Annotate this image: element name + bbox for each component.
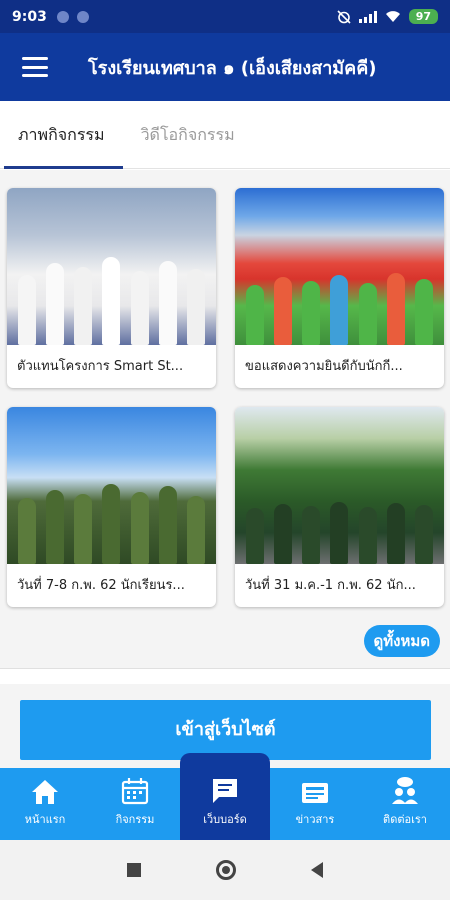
tab-photo-activities[interactable]: ภาพกิจกรรม	[0, 101, 123, 169]
back-icon[interactable]	[311, 862, 323, 878]
gallery-caption: ขอแสดงความยินดีกับนักกี...	[245, 359, 403, 374]
main-content: ตัวแทนโครงการ Smart St... ขอแสดงความยินด…	[0, 170, 450, 768]
status-bar: 9:03 97	[0, 0, 450, 33]
photo-grid: ตัวแทนโครงการ Smart St... ขอแสดงความยินด…	[7, 188, 444, 607]
tab-bar: ภาพกิจกรรม วิดีโอกิจกรรม	[0, 101, 450, 169]
home-button-icon[interactable]	[216, 860, 236, 880]
gallery-photo	[7, 188, 216, 345]
nav-label: เว็บบอร์ด	[203, 813, 247, 826]
nav-item-webboard[interactable]: เว็บบอร์ด	[180, 753, 270, 840]
calendar-icon	[121, 778, 149, 805]
gallery-photo	[235, 407, 444, 564]
gallery-photo	[235, 188, 444, 345]
nav-item-home[interactable]: หน้าแรก	[0, 768, 90, 840]
gallery-photo	[7, 407, 216, 564]
gallery-caption: วันที่ 7-8 ก.พ. 62 นักเรียนร...	[17, 578, 185, 593]
section-divider	[0, 668, 450, 684]
alarm-off-icon	[337, 9, 351, 24]
status-time: 9:03	[12, 8, 47, 25]
message-icon	[213, 779, 237, 803]
gallery-caption: ตัวแทนโครงการ Smart St...	[17, 359, 184, 374]
nav-item-news[interactable]: ข่าวสาร	[270, 768, 360, 840]
gallery-card[interactable]: วันที่ 31 ม.ค.-1 ก.พ. 62 นัก...	[235, 407, 444, 607]
gallery-card[interactable]: วันที่ 7-8 ก.พ. 62 นักเรียนร...	[7, 407, 216, 607]
notification-dot-icon	[56, 10, 69, 23]
nav-label: กิจกรรม	[115, 813, 155, 826]
enter-website-button[interactable]: เข้าสู่เว็บไซต์	[20, 700, 431, 760]
nav-label: ติดต่อเรา	[383, 813, 427, 826]
nav-item-activities[interactable]: กิจกรรม	[90, 768, 180, 840]
nav-label: หน้าแรก	[24, 813, 66, 826]
nav-item-contact[interactable]: ติดต่อเรา	[360, 768, 450, 840]
view-all-button[interactable]: ดูทั้งหมด	[363, 625, 440, 657]
recent-apps-icon[interactable]	[127, 863, 141, 877]
gallery-card[interactable]: ขอแสดงความยินดีกับนักกี...	[235, 188, 444, 388]
newspaper-icon	[302, 783, 328, 803]
gallery-caption: วันที่ 31 ม.ค.-1 ก.พ. 62 นัก...	[245, 578, 416, 593]
home-icon	[32, 780, 58, 804]
contact-icon	[392, 777, 418, 804]
wifi-icon	[385, 10, 400, 22]
bottom-navigation: หน้าแรก กิจกรรม เว็บบอร์ด ข่าวสาร ติดต่อ…	[0, 753, 450, 840]
nav-label: ข่าวสาร	[295, 813, 335, 826]
app-title: โรงเรียนเทศบาล ๑ (เอ็งเสียงสามัคคี)	[88, 57, 377, 79]
menu-icon[interactable]	[22, 57, 48, 77]
battery-indicator: 97	[408, 9, 438, 24]
tab-video-activities[interactable]: วิดีโอกิจกรรม	[123, 101, 253, 169]
app-bar: โรงเรียนเทศบาล ๑ (เอ็งเสียงสามัคคี)	[0, 33, 450, 101]
notification-dot-icon	[76, 10, 89, 23]
signal-icon	[358, 10, 377, 23]
system-navigation-bar	[0, 840, 450, 900]
gallery-card[interactable]: ตัวแทนโครงการ Smart St...	[7, 188, 216, 388]
